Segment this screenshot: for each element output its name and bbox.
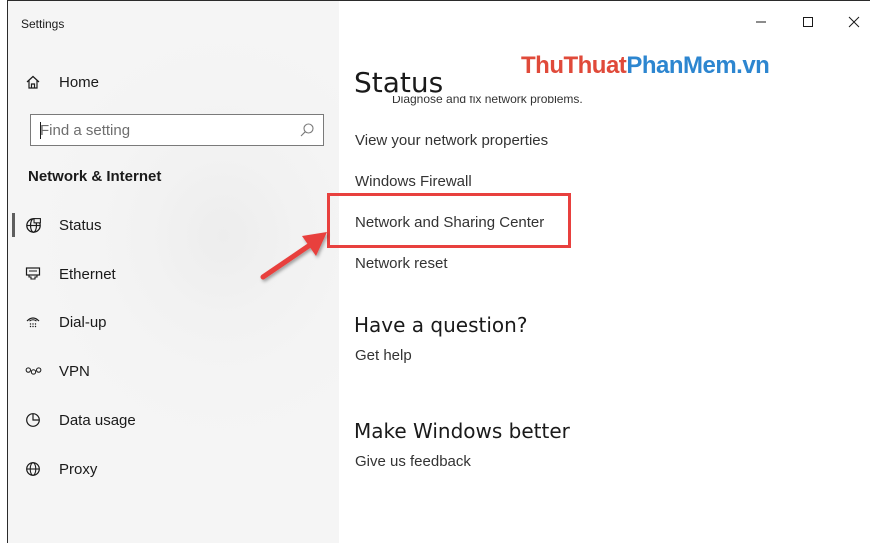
sidebar-item-data-usage[interactable]: Data usage xyxy=(8,398,339,442)
maximize-icon xyxy=(803,17,813,27)
make-windows-better-heading: Make Windows better xyxy=(354,419,570,443)
view-network-properties-link[interactable]: View your network properties xyxy=(355,132,548,149)
dial-up-icon xyxy=(24,313,42,331)
watermark-logo: ThuThuatPhanMem.vn xyxy=(521,52,770,80)
search-box[interactable] xyxy=(30,114,324,146)
vpn-icon xyxy=(24,362,42,380)
sidebar-item-label: VPN xyxy=(59,362,90,380)
text-caret xyxy=(40,122,41,139)
globe-icon xyxy=(24,460,42,478)
close-button[interactable] xyxy=(836,7,870,37)
ethernet-icon xyxy=(24,265,42,283)
sidebar-item-vpn[interactable]: VPN xyxy=(8,349,339,393)
get-help-link[interactable]: Get help xyxy=(355,347,412,364)
sidebar-item-label: Proxy xyxy=(59,460,98,478)
sidebar-item-dial-up[interactable]: Dial-up xyxy=(8,300,339,344)
truncated-link-text: Diagnose and fix network problems. xyxy=(392,96,583,106)
close-icon xyxy=(848,16,860,28)
highlight-box xyxy=(327,193,571,248)
sidebar-item-label: Status xyxy=(59,216,102,234)
app-title: Settings xyxy=(21,17,65,31)
windows-firewall-link[interactable]: Windows Firewall xyxy=(355,173,472,190)
globe-status-icon xyxy=(24,216,42,234)
page-title: Status xyxy=(354,66,444,99)
minimize-icon xyxy=(756,21,766,23)
give-feedback-link[interactable]: Give us feedback xyxy=(355,453,471,470)
search-icon[interactable] xyxy=(299,122,315,138)
sidebar-item-label: Ethernet xyxy=(59,265,116,283)
watermark-part2: PhanMem.vn xyxy=(626,52,770,79)
maximize-button[interactable] xyxy=(790,7,826,37)
search-input[interactable] xyxy=(31,115,291,145)
sidebar-item-home[interactable]: Home xyxy=(8,60,339,104)
network-reset-link[interactable]: Network reset xyxy=(355,255,448,272)
annotation-arrow-icon xyxy=(260,232,327,280)
sidebar-item-proxy[interactable]: Proxy xyxy=(8,447,339,491)
sidebar-item-label: Home xyxy=(59,73,100,91)
truncated-link: Diagnose and fix network problems. xyxy=(392,96,652,109)
active-indicator xyxy=(12,213,15,237)
minimize-button[interactable] xyxy=(743,7,779,37)
home-icon xyxy=(24,73,42,91)
have-question-heading: Have a question? xyxy=(354,313,528,337)
sidebar-item-label: Data usage xyxy=(59,411,136,429)
section-title: Network & Internet xyxy=(28,168,162,185)
watermark-part1: ThuThuat xyxy=(521,52,627,79)
data-usage-icon xyxy=(24,411,42,429)
sidebar-item-label: Dial-up xyxy=(59,313,107,331)
